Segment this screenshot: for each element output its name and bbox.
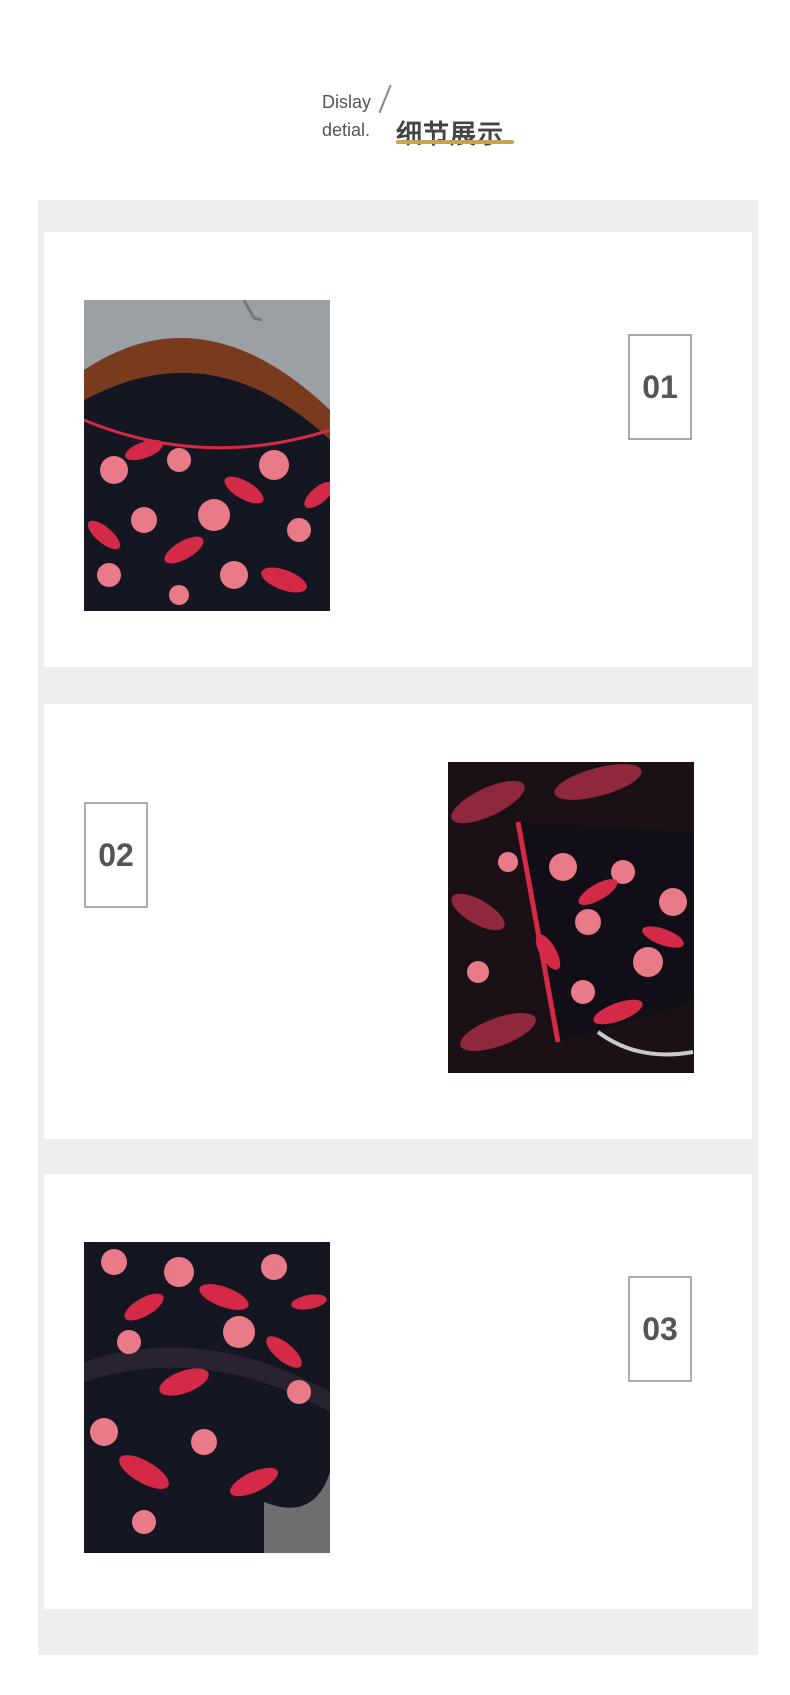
english-title: Dislay detial. — [322, 88, 371, 144]
detail-number-2: 02 — [84, 802, 148, 908]
divider-slash — [378, 84, 392, 114]
detail-card-3: 03 — [44, 1174, 752, 1609]
detail-number-1: 01 — [628, 334, 692, 440]
detail-photo-1 — [84, 300, 330, 611]
detail-gallery: 01 02 03 — [38, 200, 758, 1655]
detail-card-1: 01 — [44, 232, 752, 667]
detail-number-3: 03 — [628, 1276, 692, 1382]
english-title-line1: Dislay — [322, 92, 372, 112]
detail-photo-2 — [448, 762, 694, 1073]
detail-card-2: 02 — [44, 704, 752, 1139]
title-underline — [396, 140, 514, 144]
english-title-line2: detial. — [322, 120, 371, 140]
section-header: Dislay detial. 细节展示 — [322, 84, 552, 158]
detail-photo-3 — [84, 1242, 330, 1553]
chinese-title: 细节展示 — [396, 120, 505, 150]
